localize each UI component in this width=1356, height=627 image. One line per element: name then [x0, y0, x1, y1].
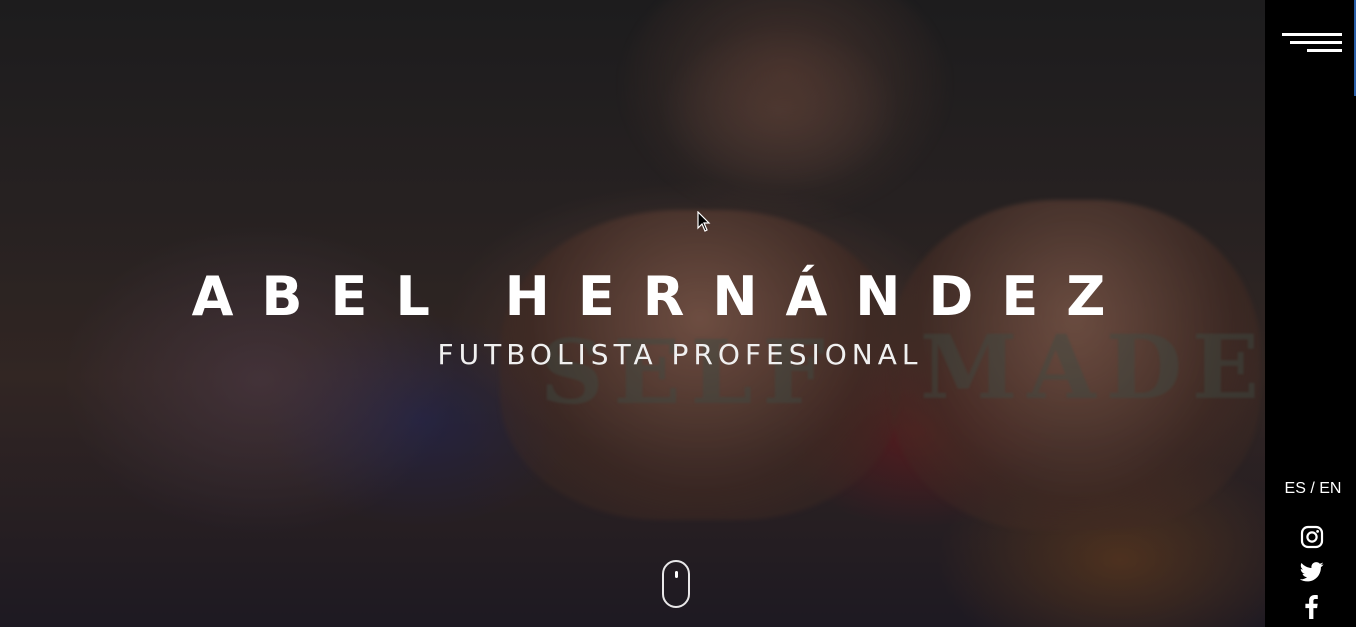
mouse-cursor-icon: [697, 211, 711, 232]
language-en-link[interactable]: EN: [1319, 480, 1341, 497]
language-switcher: ES / EN: [1265, 479, 1356, 499]
menu-line-3: [1307, 49, 1342, 52]
hero-subtitle: FUTBOLISTA PROFESIONAL: [437, 338, 923, 371]
facebook-icon[interactable]: [1300, 594, 1326, 620]
language-separator: /: [1305, 480, 1320, 497]
menu-line-2: [1290, 41, 1342, 44]
mouse-scroll-wheel: [675, 571, 678, 578]
home-page: SELF MADE ABEL HERNÁNDEZ FUTBOLISTA PROF…: [0, 0, 1356, 627]
mouse-scroll-icon[interactable]: [662, 560, 690, 608]
menu-line-1: [1282, 33, 1342, 36]
hamburger-menu-icon[interactable]: [1281, 31, 1343, 59]
language-es-link[interactable]: ES: [1285, 480, 1306, 497]
hero-title: ABEL HERNÁNDEZ: [191, 265, 1134, 328]
twitter-icon[interactable]: [1300, 561, 1326, 587]
instagram-icon[interactable]: [1300, 525, 1326, 551]
right-sidebar: ES / EN: [1265, 0, 1356, 627]
